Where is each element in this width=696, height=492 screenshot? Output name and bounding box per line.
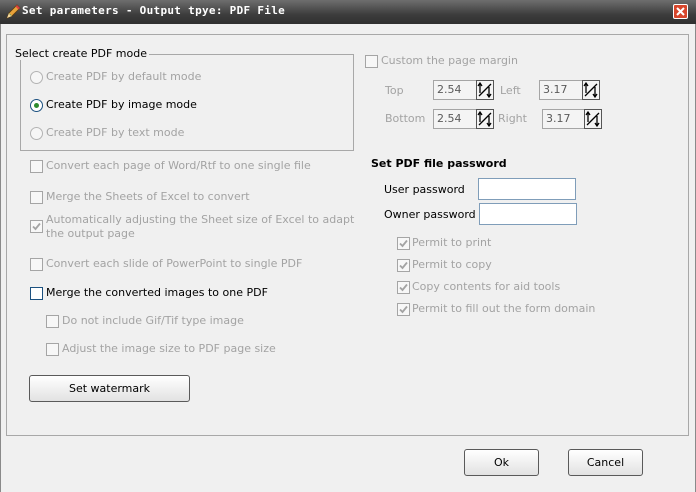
margin-left-label: Left [500, 84, 521, 97]
merge-excel-label[interactable]: Merge the Sheets of Excel to convert [46, 190, 250, 203]
radio-text-mode[interactable] [30, 127, 43, 140]
close-icon [676, 7, 685, 16]
spin-arrows-icon [477, 110, 492, 128]
merge-images-checkbox[interactable] [30, 287, 43, 300]
pencil-icon [6, 4, 21, 19]
user-password-label: User password [384, 183, 465, 196]
no-gif-tif-label[interactable]: Do not include Gif/Tif type image [62, 314, 244, 327]
checkmark-icon [399, 239, 408, 248]
permit-print-label[interactable]: Permit to print [412, 236, 491, 249]
word-single-label[interactable]: Convert each page of Word/Rtf to one sin… [46, 159, 311, 172]
permit-fill-form-label[interactable]: Permit to fill out the form domain [412, 302, 595, 315]
radio-selected-dot [34, 103, 39, 108]
margin-bottom-field[interactable]: 2.54 [433, 109, 480, 129]
checkmark-icon [399, 305, 408, 314]
checkmark-icon [32, 222, 41, 231]
margin-left-spinner[interactable] [582, 80, 600, 100]
margin-right-spinner[interactable] [584, 109, 602, 129]
copy-aid-tools-label[interactable]: Copy contents for aid tools [412, 280, 560, 293]
margin-right-field[interactable]: 3.17 [542, 109, 589, 129]
cancel-button[interactable]: Cancel [568, 449, 643, 476]
margin-top-label: Top [385, 84, 404, 97]
ok-button[interactable]: Ok [464, 449, 539, 476]
ppt-single-checkbox[interactable] [30, 258, 43, 271]
custom-margin-checkbox[interactable] [365, 55, 378, 68]
owner-password-input[interactable] [479, 203, 577, 225]
auto-adjust-label-line1[interactable]: Automatically adjusting the Sheet size o… [46, 213, 354, 226]
radio-default-mode-label[interactable]: Create PDF by default mode [46, 70, 201, 83]
permit-print-checkbox[interactable] [397, 237, 410, 250]
title-bar[interactable]: Set parameters - Output tpye: PDF File [0, 0, 696, 24]
checkmark-icon [399, 261, 408, 270]
word-single-checkbox[interactable] [30, 160, 43, 173]
margin-left-field[interactable]: 3.17 [539, 80, 586, 100]
owner-password-label: Owner password [384, 208, 476, 221]
no-gif-tif-checkbox[interactable] [46, 315, 59, 328]
margin-bottom-label: Bottom [385, 112, 426, 125]
margin-top-spinner[interactable] [476, 80, 494, 100]
margin-top-field[interactable]: 2.54 [433, 80, 480, 100]
radio-image-mode-label[interactable]: Create PDF by image mode [46, 98, 197, 111]
spin-arrows-icon [477, 81, 492, 99]
close-button[interactable] [673, 4, 688, 19]
adjust-image-size-checkbox[interactable] [46, 343, 59, 356]
checkmark-icon [399, 283, 408, 292]
pdf-mode-legend: Select create PDF mode [13, 47, 149, 60]
copy-aid-tools-checkbox[interactable] [397, 281, 410, 294]
spin-arrows-icon [583, 81, 598, 99]
custom-margin-label[interactable]: Custom the page margin [381, 54, 518, 67]
spin-arrows-icon [585, 110, 600, 128]
set-watermark-button[interactable]: Set watermark [29, 375, 190, 402]
ppt-single-label[interactable]: Convert each slide of PowerPoint to sing… [46, 257, 302, 270]
user-password-input[interactable] [478, 178, 576, 200]
window-title: Set parameters - Output tpye: PDF File [22, 4, 286, 17]
password-heading: Set PDF file password [371, 157, 507, 170]
merge-images-label[interactable]: Merge the converted images to one PDF [46, 286, 268, 299]
permit-copy-checkbox[interactable] [397, 259, 410, 272]
permit-fill-form-checkbox[interactable] [397, 303, 410, 316]
radio-default-mode[interactable] [30, 71, 43, 84]
margin-bottom-spinner[interactable] [476, 109, 494, 129]
adjust-image-size-label[interactable]: Adjust the image size to PDF page size [62, 342, 276, 355]
radio-image-mode[interactable] [30, 99, 43, 112]
auto-adjust-checkbox[interactable] [30, 220, 43, 233]
permit-copy-label[interactable]: Permit to copy [412, 258, 492, 271]
merge-excel-checkbox[interactable] [30, 191, 43, 204]
auto-adjust-label-line2[interactable]: the output page [46, 227, 135, 240]
margin-right-label: Right [498, 112, 527, 125]
radio-text-mode-label[interactable]: Create PDF by text mode [46, 126, 184, 139]
